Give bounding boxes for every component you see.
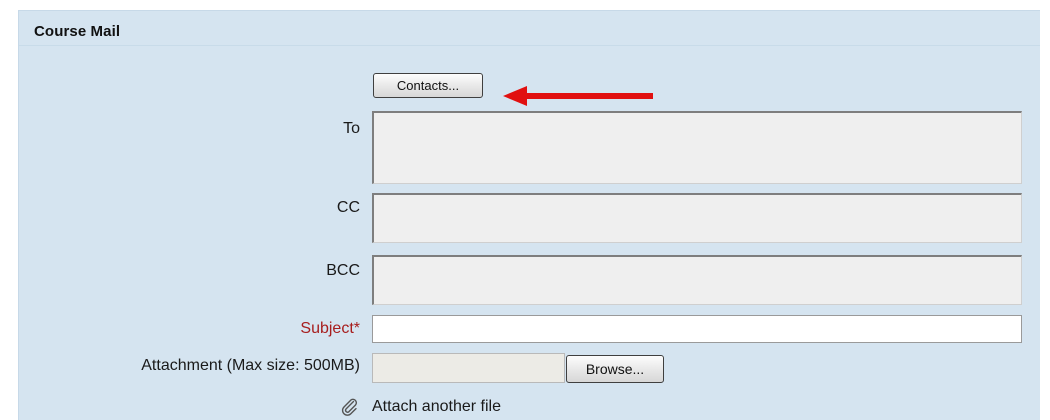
title-divider bbox=[19, 45, 1040, 46]
paperclip-icon bbox=[341, 398, 358, 416]
course-mail-panel: Course Mail Contacts... To CC BCC Subjec… bbox=[18, 10, 1040, 420]
to-field[interactable] bbox=[372, 111, 1022, 184]
to-label: To bbox=[343, 120, 360, 137]
browse-button[interactable]: Browse... bbox=[566, 355, 664, 383]
bcc-field[interactable] bbox=[372, 255, 1022, 305]
bcc-label: BCC bbox=[326, 262, 360, 279]
subject-input[interactable] bbox=[372, 315, 1022, 343]
subject-label: Subject* bbox=[300, 320, 360, 337]
contacts-button[interactable]: Contacts... bbox=[373, 73, 483, 98]
attach-another-file-link[interactable]: Attach another file bbox=[372, 398, 501, 416]
cc-label: CC bbox=[336, 199, 360, 216]
attachment-file-field[interactable] bbox=[372, 353, 565, 383]
red-arrow-left-icon bbox=[503, 86, 653, 106]
attachment-label: Attachment (Max size: 500MB) bbox=[141, 357, 360, 374]
panel-title: Course Mail bbox=[34, 23, 121, 40]
cc-field[interactable] bbox=[372, 193, 1022, 243]
